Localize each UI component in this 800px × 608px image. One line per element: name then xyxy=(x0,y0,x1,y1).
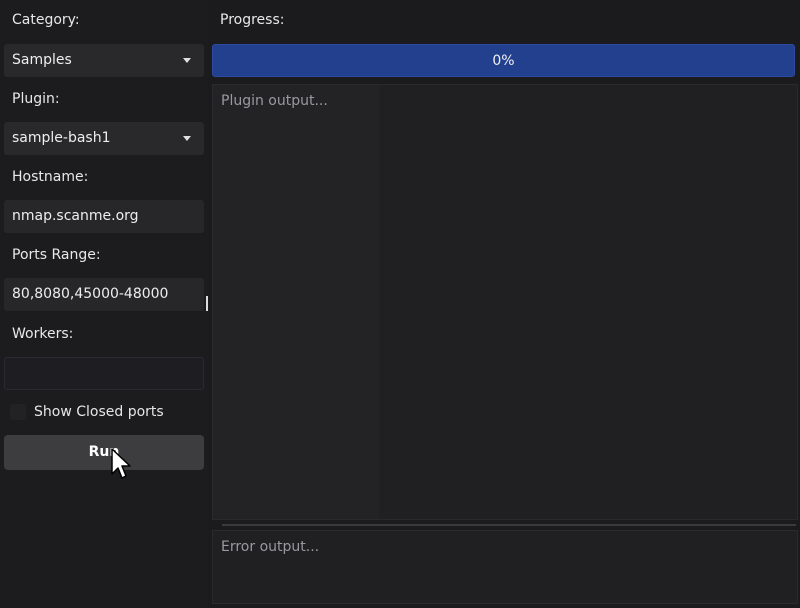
progress-label: Progress: xyxy=(220,12,285,28)
plugin-value: sample-bash1 xyxy=(12,130,111,146)
settings-panel: Category: Samples Plugin: sample-bash1 H… xyxy=(0,0,208,608)
category-dropdown[interactable]: Samples xyxy=(4,44,204,77)
run-button[interactable]: Run xyxy=(4,435,204,470)
hostname-label: Hostname: xyxy=(12,169,89,185)
output-panel: Progress: 0% Plugin output... Error outp… xyxy=(208,0,800,608)
ports-range-label: Ports Range: xyxy=(12,247,101,263)
chevron-down-icon xyxy=(183,58,191,63)
output-shade xyxy=(213,85,379,519)
hostname-value: nmap.scanme.org xyxy=(12,208,139,224)
category-label: Category: xyxy=(12,12,80,28)
plugin-output-area[interactable]: Plugin output... xyxy=(212,84,798,520)
plugin-dropdown[interactable]: sample-bash1 xyxy=(4,122,204,155)
show-closed-ports-label: Show Closed ports xyxy=(34,404,164,420)
checkbox-icon[interactable] xyxy=(10,404,26,420)
output-splitter[interactable] xyxy=(222,524,796,526)
progress-bar: 0% xyxy=(212,44,795,77)
plugin-label: Plugin: xyxy=(12,91,60,107)
app-window: Category: Samples Plugin: sample-bash1 H… xyxy=(0,0,800,608)
ports-range-input[interactable]: 80,8080,45000-48000 xyxy=(4,278,204,311)
error-output-placeholder: Error output... xyxy=(221,539,320,555)
category-value: Samples xyxy=(12,52,72,68)
plugin-output-placeholder: Plugin output... xyxy=(221,93,328,109)
show-closed-ports-checkbox[interactable]: Show Closed ports xyxy=(10,402,206,424)
ports-range-value: 80,8080,45000-48000 xyxy=(12,286,169,302)
workers-input[interactable] xyxy=(4,357,204,390)
hostname-input[interactable]: nmap.scanme.org xyxy=(4,200,204,233)
chevron-down-icon xyxy=(183,136,191,141)
workers-label: Workers: xyxy=(12,326,74,342)
progress-percent: 0% xyxy=(492,53,515,69)
mouse-pointer-icon xyxy=(111,448,131,479)
error-output-area[interactable]: Error output... xyxy=(212,530,798,604)
